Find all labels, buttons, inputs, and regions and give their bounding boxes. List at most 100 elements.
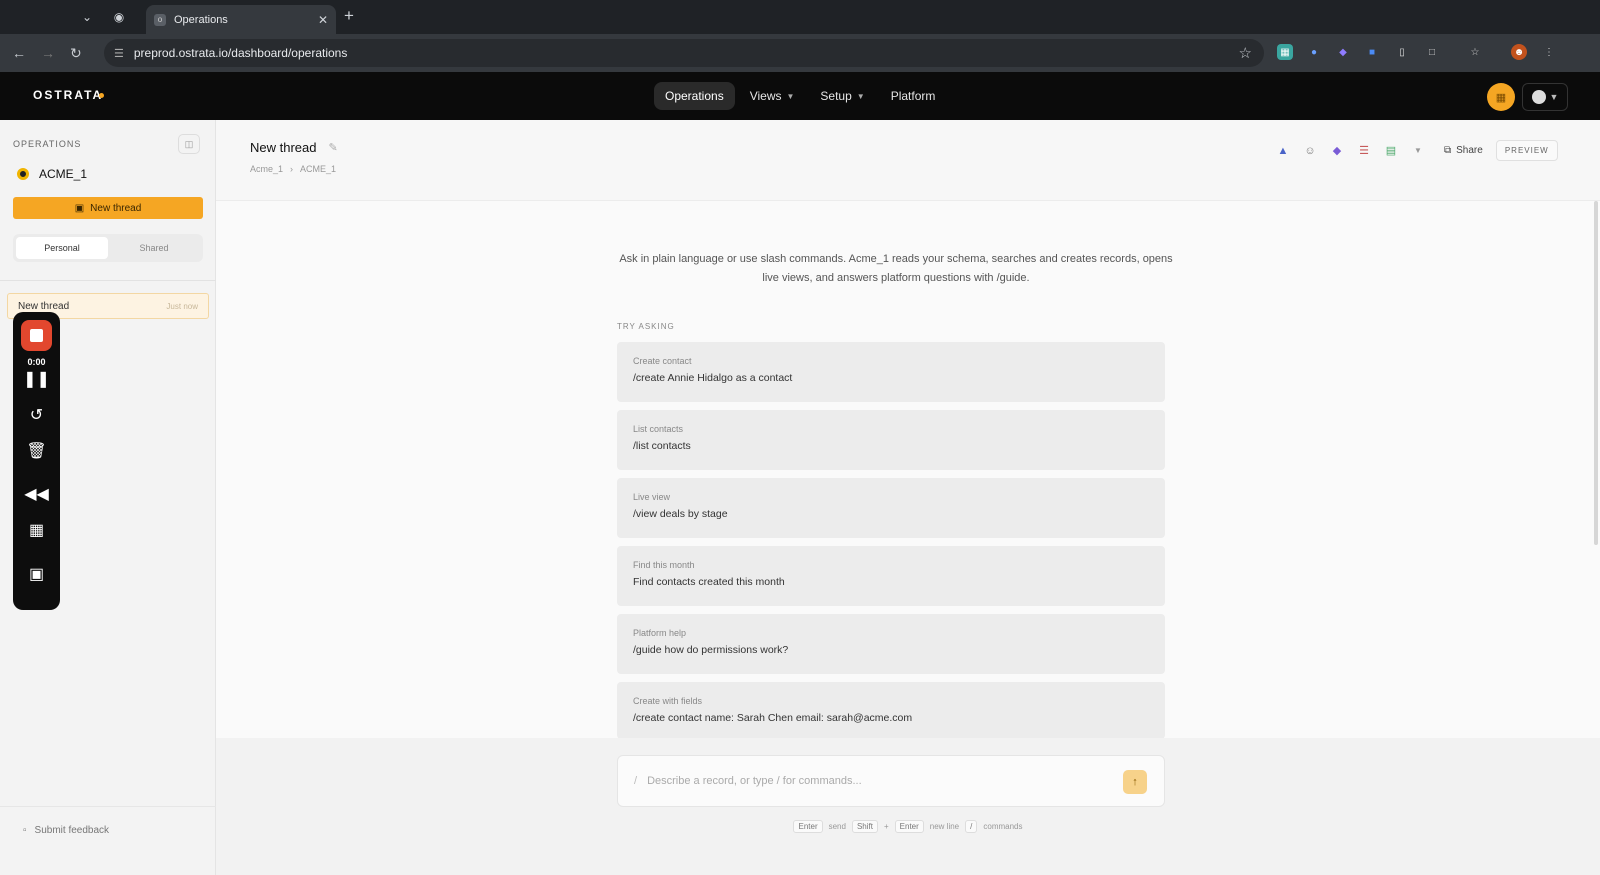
extension-icon-4[interactable]: ■ — [1364, 44, 1380, 60]
suggestion-card[interactable]: List contacts /list contacts — [617, 410, 1165, 470]
content-scrollbar[interactable] — [1594, 201, 1598, 545]
nav-platform[interactable]: Platform — [880, 82, 947, 110]
list-icon[interactable]: ☰ — [1357, 144, 1371, 157]
profile-avatar-icon[interactable]: ☻ — [1511, 44, 1527, 60]
suggestion-label: Create with fields — [633, 696, 703, 706]
nav-setup[interactable]: Setup ▼ — [809, 82, 875, 110]
send-button[interactable]: ↑ — [1123, 770, 1147, 794]
bookmark-star-icon[interactable]: ☆ — [1239, 44, 1252, 62]
tab-favicon-icon: o — [154, 13, 166, 26]
suggestion-label: Find this month — [633, 560, 695, 570]
hint-send: send — [828, 822, 846, 831]
suggestion-command: /create contact name: Sarah Chen email: … — [633, 712, 913, 724]
tab-title: Operations — [174, 13, 228, 26]
browser-tab-bar: ⌄ ◉ o Operations ✕ + — [0, 0, 1600, 34]
share-button[interactable]: ⧉ Share — [1444, 145, 1483, 156]
stop-recording-button[interactable] — [21, 320, 52, 351]
workspace-selector[interactable]: ACME_1 — [17, 167, 87, 181]
keyboard-hints: Enter send Shift + Enter new line / comm… — [216, 820, 1600, 833]
chevron-down-icon: ▼ — [856, 91, 865, 101]
restart-icon[interactable]: ↺ — [13, 407, 60, 425]
user-avatar — [1531, 90, 1546, 104]
browser-menu-icon[interactable]: ⋮ — [1541, 44, 1557, 60]
new-tab-button[interactable]: + — [344, 6, 354, 26]
tab-search-chevron-icon[interactable]: ⌄ — [76, 6, 98, 28]
hint-key-enter: Enter — [793, 820, 823, 833]
tab-shared[interactable]: Shared — [108, 237, 200, 259]
suggestion-command: /create Annie Hidalgo as a contact — [633, 372, 793, 384]
url-text: preprod.ostrata.io/dashboard/operations — [133, 46, 348, 60]
composer-area: / Describe a record, or type / for comma… — [216, 738, 1600, 875]
suggestion-command: /guide how do permissions work? — [633, 644, 789, 656]
database-icon[interactable]: ▲ — [1276, 145, 1290, 157]
breadcrumb-item[interactable]: Acme_1 — [250, 164, 283, 174]
trash-icon[interactable]: 🗑 — [13, 443, 60, 461]
pause-icon[interactable]: ❚❚ — [13, 371, 60, 389]
suggestion-card[interactable]: Platform help /guide how do permissions … — [617, 614, 1165, 674]
thread-content: Ask in plain language or use slash comma… — [216, 200, 1600, 739]
pinned-tab-icon[interactable]: ◉ — [108, 6, 130, 28]
new-thread-button[interactable]: ▣ New thread — [13, 197, 203, 219]
hint-key-shift: Shift — [851, 820, 878, 833]
divider — [0, 806, 216, 807]
nav-views[interactable]: Views ▼ — [739, 82, 806, 110]
breadcrumb-item[interactable]: ACME_1 — [300, 164, 336, 174]
tab-personal[interactable]: Personal — [16, 237, 108, 259]
tab-close-icon[interactable]: ✕ — [318, 13, 328, 27]
forward-icon[interactable]: → — [41, 44, 55, 62]
document-icon[interactable]: ▤ — [1384, 144, 1398, 157]
new-thread-label: New thread — [90, 202, 142, 214]
back-icon[interactable]: ← — [12, 44, 26, 62]
share-icon: ⧉ — [1444, 145, 1452, 156]
main-panel: New thread ✎ Acme_1 › ACME_1 ▲ ☺ ◆ ☰ ▤ ▼… — [216, 120, 1600, 875]
camera-icon[interactable]: ▣ — [13, 566, 60, 584]
suggestion-label: Create contact — [633, 356, 692, 366]
url-field[interactable]: ☰ preprod.ostrata.io/dashboard/operation… — [104, 39, 1264, 67]
suggestion-command: /view deals by stage — [633, 508, 728, 520]
message-input[interactable]: / Describe a record, or type / for comma… — [617, 755, 1165, 807]
extensions-puzzle-icon[interactable]: □ — [1424, 44, 1440, 60]
workspace-icon — [17, 168, 29, 180]
submit-feedback-label: Submit feedback — [34, 825, 110, 836]
reading-list-icon[interactable]: ☆ — [1467, 44, 1483, 60]
suggestion-label: List contacts — [633, 424, 684, 434]
suggestion-card[interactable]: Live view /view deals by stage — [617, 478, 1165, 538]
suggestion-card[interactable]: Create with fields /create contact name:… — [617, 682, 1165, 739]
extension-icon-5[interactable]: ▯ — [1394, 44, 1410, 60]
new-thread-icon: ▣ — [74, 202, 85, 214]
suggestion-command: Find contacts created this month — [633, 576, 785, 588]
collapse-sidebar-icon[interactable]: ◫ — [178, 134, 200, 154]
shield-icon[interactable]: ◆ — [1330, 144, 1344, 157]
reload-icon[interactable]: ↻ — [70, 44, 82, 62]
grid-icon[interactable]: ▦ — [13, 522, 60, 540]
divider — [0, 280, 216, 281]
browser-tab-operations[interactable]: o Operations ✕ — [146, 5, 336, 34]
people-icon[interactable]: ☺ — [1303, 145, 1317, 157]
submit-feedback-link[interactable]: ▫ Submit feedback — [23, 825, 109, 836]
user-menu-button[interactable]: ▼ — [1522, 83, 1568, 111]
page-title: New thread ✎ — [250, 140, 338, 155]
chevron-down-icon[interactable]: ▼ — [1411, 146, 1425, 155]
suggestion-card[interactable]: Create contact /create Annie Hidalgo as … — [617, 342, 1165, 402]
nav-operations[interactable]: Operations — [654, 82, 735, 110]
nav-setup-label: Setup — [820, 89, 852, 103]
hint-key-slash: / — [965, 820, 978, 833]
arrow-up-icon: ↑ — [1132, 776, 1138, 788]
extension-icon-1[interactable]: ▦ — [1277, 44, 1293, 60]
suggestion-label: Platform help — [633, 628, 687, 638]
thread-item-time: Just now — [166, 301, 198, 311]
preview-button[interactable]: PREVIEW — [1495, 140, 1558, 161]
hint-key-enter: Enter — [894, 820, 924, 833]
nav-views-label: Views — [749, 89, 782, 103]
extension-icon-2[interactable]: ● — [1306, 44, 1322, 60]
nav-operations-label: Operations — [665, 89, 724, 103]
site-settings-icon[interactable]: ☰ — [114, 47, 124, 60]
rewind-icon[interactable]: ◀◀ — [13, 486, 60, 504]
screen-recorder-toolbar: 0:00 ❚❚ ↺ 🗑 ◀◀ ▦ ▣ — [13, 312, 60, 610]
app-logo[interactable]: OSTRATA — [33, 88, 103, 102]
suggestion-card[interactable]: Find this month Find contacts created th… — [617, 546, 1165, 606]
assistant-book-button[interactable]: ▦ — [1487, 83, 1515, 111]
edit-title-pencil-icon[interactable]: ✎ — [328, 141, 337, 154]
book-icon: ▦ — [1495, 91, 1507, 104]
extension-icon-3[interactable]: ◆ — [1335, 44, 1351, 60]
